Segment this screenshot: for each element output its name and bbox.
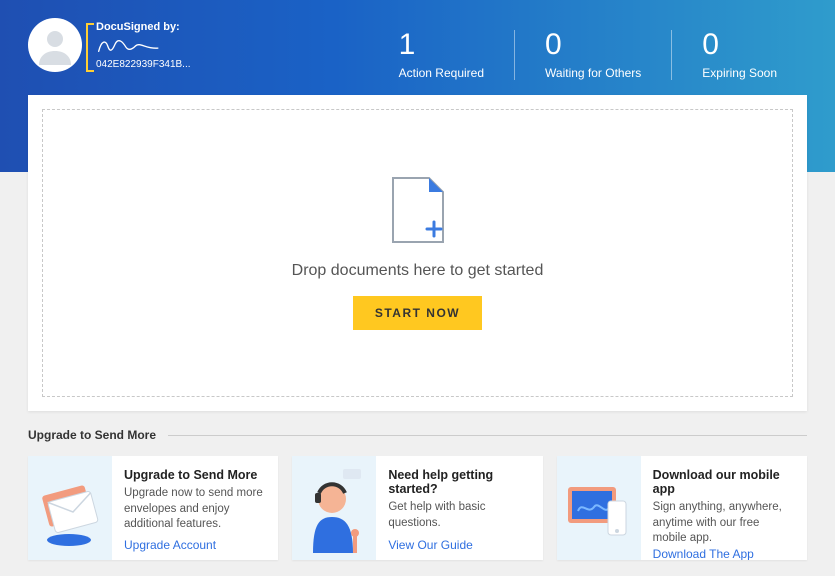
cards-row: Upgrade to Send More Upgrade now to send… <box>28 456 807 560</box>
signature-icon <box>96 35 160 57</box>
card-desc: Get help with basic questions. <box>388 500 530 538</box>
section-title: Upgrade to Send More <box>28 428 156 442</box>
support-person-icon <box>299 463 369 553</box>
card-title: Need help getting started? <box>388 468 530 496</box>
stat-label: Action Required <box>399 66 484 80</box>
divider <box>168 435 807 436</box>
card-help: Need help getting started? Get help with… <box>292 456 542 560</box>
tablet-phone-icon <box>562 471 636 545</box>
person-icon <box>35 25 75 65</box>
card-title: Download our mobile app <box>653 468 795 496</box>
card-illustration <box>557 456 641 560</box>
document-add-icon <box>391 176 445 244</box>
section-header: Upgrade to Send More <box>28 428 807 442</box>
card-illustration <box>292 456 376 560</box>
stat-waiting-others[interactable]: 0 Waiting for Others <box>514 30 671 80</box>
card-illustration <box>28 456 112 560</box>
card-desc: Sign anything, anywhere, anytime with ou… <box>653 500 795 547</box>
drop-text: Drop documents here to get started <box>292 262 544 280</box>
card-desc: Upgrade now to send more envelopes and e… <box>124 486 266 538</box>
stat-count: 0 <box>702 30 777 60</box>
card-title: Upgrade to Send More <box>124 468 266 482</box>
upgrade-account-link[interactable]: Upgrade Account <box>124 538 266 552</box>
signature-id: 042E822939F341B... <box>96 59 191 70</box>
stat-count: 1 <box>399 30 484 60</box>
stat-count: 0 <box>545 30 641 60</box>
signature-block: DocuSigned by: 042E822939F341B... <box>96 21 191 70</box>
download-app-link[interactable]: Download The App <box>653 547 795 560</box>
signature-bracket <box>86 23 94 72</box>
drop-zone[interactable]: Drop documents here to get started START… <box>42 109 793 397</box>
docusigned-label: DocuSigned by: <box>96 21 191 33</box>
envelope-icon <box>35 468 105 548</box>
card-upgrade: Upgrade to Send More Upgrade now to send… <box>28 456 278 560</box>
stat-action-required[interactable]: 1 Action Required <box>369 30 514 80</box>
avatar[interactable] <box>28 18 82 72</box>
stat-expiring-soon[interactable]: 0 Expiring Soon <box>671 30 807 80</box>
stat-label: Expiring Soon <box>702 66 777 80</box>
main-card: Drop documents here to get started START… <box>28 95 807 411</box>
view-guide-link[interactable]: View Our Guide <box>388 538 530 552</box>
profile-block: DocuSigned by: 042E822939F341B... <box>28 18 191 72</box>
start-now-button[interactable]: START NOW <box>353 296 482 330</box>
card-mobile-app: Download our mobile app Sign anything, a… <box>557 456 807 560</box>
stat-label: Waiting for Others <box>545 66 641 80</box>
stats-row: 1 Action Required 0 Waiting for Others 0… <box>369 30 807 80</box>
